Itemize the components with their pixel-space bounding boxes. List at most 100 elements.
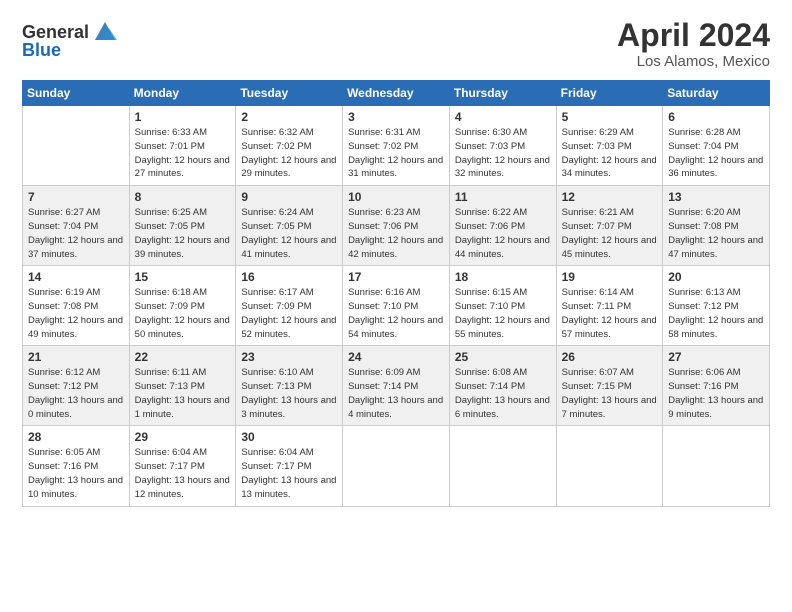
- calendar-day-cell: 7Sunrise: 6:27 AM Sunset: 7:04 PM Daylig…: [23, 186, 130, 266]
- weekday-header: Saturday: [663, 81, 770, 106]
- calendar-day-cell: 16 Sunrise: 6:17 AM Sunset: 7:09 PM Dayli…: [236, 266, 343, 346]
- calendar-week-row: 28Sunrise: 6:05 AM Sunset: 7:16 PM Dayli…: [23, 426, 770, 506]
- calendar-day-cell: 4Sunrise: 6:30 AM Sunset: 7:03 PM Daylig…: [449, 106, 556, 186]
- day-number: 24: [348, 350, 444, 364]
- calendar-day-cell: 1 Sunrise: 6:33 AM Sunset: 7:01 PM Daylig…: [129, 106, 236, 186]
- calendar-week-row: 14 Sunrise: 6:19 AM Sunset: 7:08 PM Dayli…: [23, 266, 770, 346]
- calendar-day-cell: 11 Sunrise: 6:22 AM Sunset: 7:06 PM Dayli…: [449, 186, 556, 266]
- calendar-day-cell: 8 Sunrise: 6:25 AM Sunset: 7:05 PM Daylig…: [129, 186, 236, 266]
- calendar-day-cell: 29 Sunrise: 6:04 AM Sunset: 7:17 PM Dayli…: [129, 426, 236, 506]
- title-area: April 2024 Los Alamos, Mexico: [617, 18, 770, 70]
- day-number: 3: [348, 110, 444, 124]
- weekday-header: Monday: [129, 81, 236, 106]
- calendar-week-row: 21 Sunrise: 6:12 AM Sunset: 7:12 PM Dayli…: [23, 346, 770, 426]
- day-number: 13: [668, 190, 764, 204]
- day-number: 12: [562, 190, 658, 204]
- calendar-day-cell: 27 Sunrise: 6:06 AM Sunset: 7:16 PM Dayli…: [663, 346, 770, 426]
- day-info: Sunrise: 6:17 AM Sunset: 7:09 PM Dayligh…: [241, 286, 337, 341]
- day-info: Sunrise: 6:10 AM Sunset: 7:13 PM Dayligh…: [241, 366, 337, 421]
- calendar-day-cell: 24 Sunrise: 6:09 AM Sunset: 7:14 PM Dayli…: [343, 346, 450, 426]
- calendar-day-cell: 15 Sunrise: 6:18 AM Sunset: 7:09 PM Dayli…: [129, 266, 236, 346]
- calendar-day-cell: 30 Sunrise: 6:04 AM Sunset: 7:17 PM Dayli…: [236, 426, 343, 506]
- day-info: Sunrise: 6:25 AM Sunset: 7:05 PM Dayligh…: [135, 206, 231, 261]
- location: Los Alamos, Mexico: [617, 53, 770, 70]
- day-info: Sunrise: 6:31 AM Sunset: 7:02 PM Dayligh…: [348, 126, 444, 181]
- day-number: 4: [455, 110, 551, 124]
- day-info: Sunrise: 6:12 AM Sunset: 7:12 PM Dayligh…: [28, 366, 124, 421]
- calendar-day-cell: 9 Sunrise: 6:24 AM Sunset: 7:05 PM Daylig…: [236, 186, 343, 266]
- day-info: Sunrise: 6:33 AM Sunset: 7:01 PM Dayligh…: [135, 126, 231, 181]
- day-number: 26: [562, 350, 658, 364]
- day-info: Sunrise: 6:04 AM Sunset: 7:17 PM Dayligh…: [135, 446, 231, 501]
- day-number: 23: [241, 350, 337, 364]
- day-info: Sunrise: 6:32 AM Sunset: 7:02 PM Dayligh…: [241, 126, 337, 181]
- day-number: 7: [28, 190, 124, 204]
- day-info: Sunrise: 6:23 AM Sunset: 7:06 PM Dayligh…: [348, 206, 444, 261]
- day-number: 18: [455, 270, 551, 284]
- calendar-header-row: SundayMondayTuesdayWednesdayThursdayFrid…: [23, 81, 770, 106]
- day-number: 16: [241, 270, 337, 284]
- calendar-day-cell: 23 Sunrise: 6:10 AM Sunset: 7:13 PM Dayli…: [236, 346, 343, 426]
- calendar-day-cell: 14 Sunrise: 6:19 AM Sunset: 7:08 PM Dayli…: [23, 266, 130, 346]
- month-year: April 2024: [617, 18, 770, 53]
- calendar-day-cell: 28Sunrise: 6:05 AM Sunset: 7:16 PM Dayli…: [23, 426, 130, 506]
- day-number: 28: [28, 430, 124, 444]
- calendar-table: SundayMondayTuesdayWednesdayThursdayFrid…: [22, 80, 770, 506]
- day-number: 21: [28, 350, 124, 364]
- weekday-header: Friday: [556, 81, 663, 106]
- day-info: Sunrise: 6:24 AM Sunset: 7:05 PM Dayligh…: [241, 206, 337, 261]
- day-number: 27: [668, 350, 764, 364]
- calendar-day-cell: [343, 426, 450, 506]
- day-info: Sunrise: 6:21 AM Sunset: 7:07 PM Dayligh…: [562, 206, 658, 261]
- day-info: Sunrise: 6:07 AM Sunset: 7:15 PM Dayligh…: [562, 366, 658, 421]
- calendar-day-cell: 17Sunrise: 6:16 AM Sunset: 7:10 PM Dayli…: [343, 266, 450, 346]
- logo-blue-text: Blue: [22, 40, 61, 61]
- day-info: Sunrise: 6:14 AM Sunset: 7:11 PM Dayligh…: [562, 286, 658, 341]
- day-number: 1: [135, 110, 231, 124]
- calendar-day-cell: 18 Sunrise: 6:15 AM Sunset: 7:10 PM Dayli…: [449, 266, 556, 346]
- day-info: Sunrise: 6:15 AM Sunset: 7:10 PM Dayligh…: [455, 286, 551, 341]
- calendar-day-cell: 6 Sunrise: 6:28 AM Sunset: 7:04 PM Daylig…: [663, 106, 770, 186]
- day-number: 6: [668, 110, 764, 124]
- calendar-week-row: 1 Sunrise: 6:33 AM Sunset: 7:01 PM Daylig…: [23, 106, 770, 186]
- calendar-day-cell: 2 Sunrise: 6:32 AM Sunset: 7:02 PM Daylig…: [236, 106, 343, 186]
- day-number: 15: [135, 270, 231, 284]
- logo: General Blue: [22, 18, 119, 61]
- header: General Blue April 2024 Los Alamos, Mexi…: [22, 18, 770, 70]
- day-info: Sunrise: 6:19 AM Sunset: 7:08 PM Dayligh…: [28, 286, 124, 341]
- day-info: Sunrise: 6:28 AM Sunset: 7:04 PM Dayligh…: [668, 126, 764, 181]
- day-info: Sunrise: 6:09 AM Sunset: 7:14 PM Dayligh…: [348, 366, 444, 421]
- day-number: 22: [135, 350, 231, 364]
- day-info: Sunrise: 6:22 AM Sunset: 7:06 PM Dayligh…: [455, 206, 551, 261]
- day-info: Sunrise: 6:11 AM Sunset: 7:13 PM Dayligh…: [135, 366, 231, 421]
- day-number: 11: [455, 190, 551, 204]
- day-number: 5: [562, 110, 658, 124]
- weekday-header: Sunday: [23, 81, 130, 106]
- day-number: 14: [28, 270, 124, 284]
- calendar-day-cell: 19 Sunrise: 6:14 AM Sunset: 7:11 PM Dayli…: [556, 266, 663, 346]
- calendar-day-cell: [449, 426, 556, 506]
- day-number: 25: [455, 350, 551, 364]
- logo-icon: [91, 18, 119, 46]
- day-number: 29: [135, 430, 231, 444]
- day-number: 8: [135, 190, 231, 204]
- calendar-day-cell: 26 Sunrise: 6:07 AM Sunset: 7:15 PM Dayli…: [556, 346, 663, 426]
- weekday-header: Thursday: [449, 81, 556, 106]
- day-number: 30: [241, 430, 337, 444]
- day-info: Sunrise: 6:06 AM Sunset: 7:16 PM Dayligh…: [668, 366, 764, 421]
- day-number: 19: [562, 270, 658, 284]
- day-info: Sunrise: 6:20 AM Sunset: 7:08 PM Dayligh…: [668, 206, 764, 261]
- calendar-day-cell: 20Sunrise: 6:13 AM Sunset: 7:12 PM Dayli…: [663, 266, 770, 346]
- day-info: Sunrise: 6:18 AM Sunset: 7:09 PM Dayligh…: [135, 286, 231, 341]
- calendar-day-cell: 5 Sunrise: 6:29 AM Sunset: 7:03 PM Daylig…: [556, 106, 663, 186]
- page: General Blue April 2024 Los Alamos, Mexi…: [0, 0, 792, 612]
- day-number: 20: [668, 270, 764, 284]
- day-info: Sunrise: 6:29 AM Sunset: 7:03 PM Dayligh…: [562, 126, 658, 181]
- day-number: 17: [348, 270, 444, 284]
- weekday-header: Wednesday: [343, 81, 450, 106]
- day-number: 2: [241, 110, 337, 124]
- day-number: 10: [348, 190, 444, 204]
- calendar-day-cell: [663, 426, 770, 506]
- day-info: Sunrise: 6:04 AM Sunset: 7:17 PM Dayligh…: [241, 446, 337, 501]
- day-number: 9: [241, 190, 337, 204]
